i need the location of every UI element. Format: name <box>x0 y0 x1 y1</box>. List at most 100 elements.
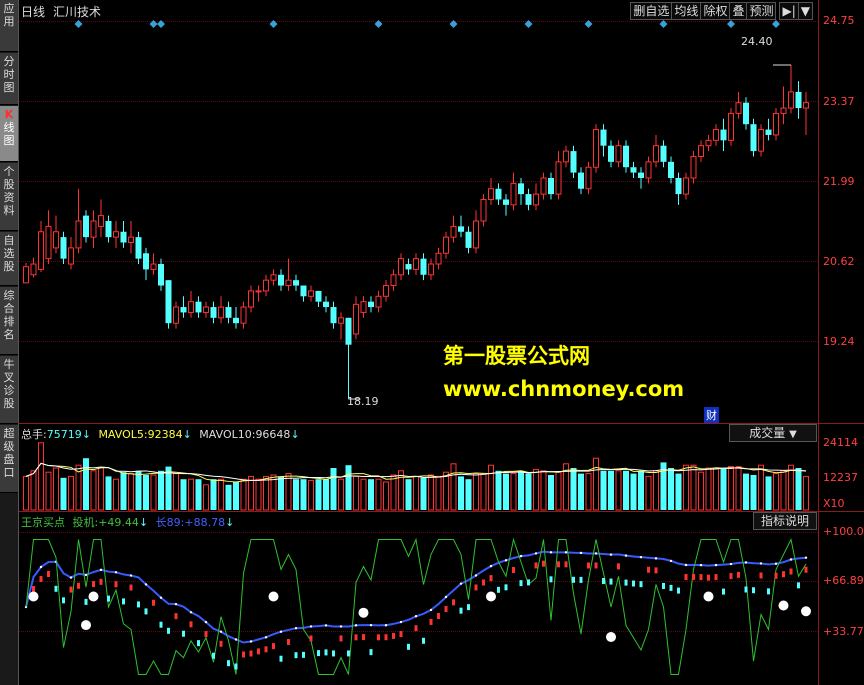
long89-dot <box>84 573 88 577</box>
candle-body <box>353 303 359 335</box>
volume-bar <box>180 479 187 510</box>
volume-bar <box>630 473 637 510</box>
signal-column <box>302 651 305 658</box>
candle-body <box>510 182 517 206</box>
long89-dot <box>39 565 43 569</box>
signal-column <box>617 563 620 570</box>
volume-bar <box>705 467 712 511</box>
signal-column <box>204 631 208 638</box>
volume-bar <box>743 473 749 510</box>
volume-bar <box>323 479 329 510</box>
buy-point-marker <box>28 591 39 602</box>
long89-dot <box>624 554 628 557</box>
candle-body <box>135 237 142 259</box>
candle-body <box>38 231 44 270</box>
volume-bar <box>510 473 517 511</box>
signal-column <box>789 568 793 575</box>
volume-selector[interactable]: 成交量 ▼ <box>729 424 817 442</box>
long89-dot <box>99 568 103 572</box>
candle-body <box>188 301 194 313</box>
volume-bar <box>645 475 652 511</box>
candle-body <box>420 258 427 275</box>
candle-body <box>765 129 772 135</box>
long89-dot <box>699 563 703 567</box>
volume-bar <box>360 478 367 511</box>
long89-dot <box>534 552 538 555</box>
candle-body <box>653 145 659 163</box>
long89-dot <box>399 620 403 624</box>
signal-column <box>602 577 605 584</box>
finance-badge[interactable]: 财 <box>704 407 719 423</box>
volume-bar <box>405 479 412 510</box>
candle-body <box>225 307 232 318</box>
volume-bar <box>285 473 292 511</box>
volume-bar <box>278 476 284 510</box>
candle-body <box>443 236 449 254</box>
signal-column <box>257 648 260 655</box>
volume-bar <box>255 478 262 511</box>
long89-dot <box>294 627 298 630</box>
signal-column <box>272 643 275 650</box>
candle-body <box>728 112 734 141</box>
signal-column <box>459 607 463 614</box>
signal-column <box>167 627 170 634</box>
volume-bar <box>128 473 134 511</box>
signal-column <box>107 595 110 602</box>
signal-column <box>729 573 733 580</box>
signal-column <box>392 632 395 639</box>
signal-column <box>399 631 403 638</box>
long89-dot <box>219 630 223 633</box>
long89-dot <box>204 620 208 624</box>
event-diamond-icon <box>157 20 165 28</box>
signal-column <box>197 640 200 647</box>
candle-body <box>743 102 749 125</box>
candle-body <box>803 102 809 109</box>
signal-column <box>804 566 808 573</box>
signal-column <box>362 634 365 641</box>
volume-bar <box>203 484 209 511</box>
long89-dot <box>744 561 748 564</box>
volume-bar <box>555 471 562 511</box>
volume-bar <box>353 475 359 511</box>
long89-dot <box>249 640 253 643</box>
volume-bar <box>473 473 479 511</box>
candle-body <box>548 177 554 195</box>
down-arrow-icon: ↓ <box>290 428 300 441</box>
mavol5-label: MAVOL5: <box>98 428 148 441</box>
volume-bar <box>338 478 344 511</box>
signal-column <box>309 635 313 642</box>
volume-bar <box>300 479 307 510</box>
long89-dot <box>639 555 643 559</box>
signal-column <box>474 584 478 591</box>
long89-dot <box>519 554 523 558</box>
candle-body <box>83 215 89 238</box>
long89-dot <box>279 630 283 633</box>
indicator-help-button[interactable]: 指标说明 <box>753 512 817 530</box>
candle-body <box>608 145 614 162</box>
volume-bar <box>225 484 232 510</box>
volume-bar <box>90 470 97 511</box>
long89-dot <box>234 638 238 641</box>
volume-bar <box>150 474 157 511</box>
candle-body <box>143 253 149 270</box>
down-arrow-icon: ↓ <box>182 428 192 441</box>
volume-bar <box>690 464 697 511</box>
candle-body <box>533 193 539 206</box>
volume-bar <box>60 477 67 510</box>
signal-column <box>527 579 530 586</box>
signal-column <box>62 597 65 604</box>
volume-bar <box>428 474 434 511</box>
volume-bar <box>120 472 127 510</box>
volume-bar <box>728 466 734 511</box>
long89-dot <box>429 608 433 612</box>
volume-bar <box>195 479 202 510</box>
volume-bar <box>773 473 779 511</box>
signal-column <box>144 608 148 615</box>
signal-column <box>77 582 80 589</box>
signal-column <box>422 637 425 644</box>
volume-bar <box>368 479 374 510</box>
long89-dot <box>654 557 658 560</box>
signal-column <box>684 573 688 580</box>
indicator-legend: 王京买点 投机:+49.44↓ 长89:+88.78↓ <box>21 514 234 530</box>
volume-bar <box>533 468 539 511</box>
